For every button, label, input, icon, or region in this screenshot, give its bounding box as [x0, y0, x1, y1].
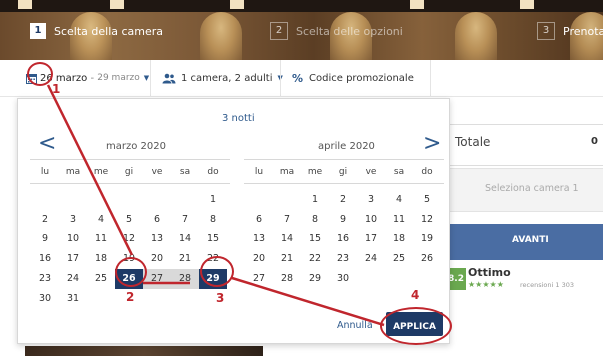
annotation-number: 4: [411, 288, 420, 302]
annotation-line: [46, 84, 134, 256]
annotation-number: 3: [216, 291, 225, 305]
annotation-overlay: [46, 84, 385, 327]
annotation-circle: [27, 62, 53, 86]
annotation-circle: [380, 307, 452, 345]
annotation-circle: [115, 257, 147, 287]
annotation-number: 1: [52, 82, 61, 96]
annotation-circle: [200, 256, 234, 287]
annotation-number: 2: [126, 290, 135, 304]
annotation-line: [231, 276, 385, 327]
